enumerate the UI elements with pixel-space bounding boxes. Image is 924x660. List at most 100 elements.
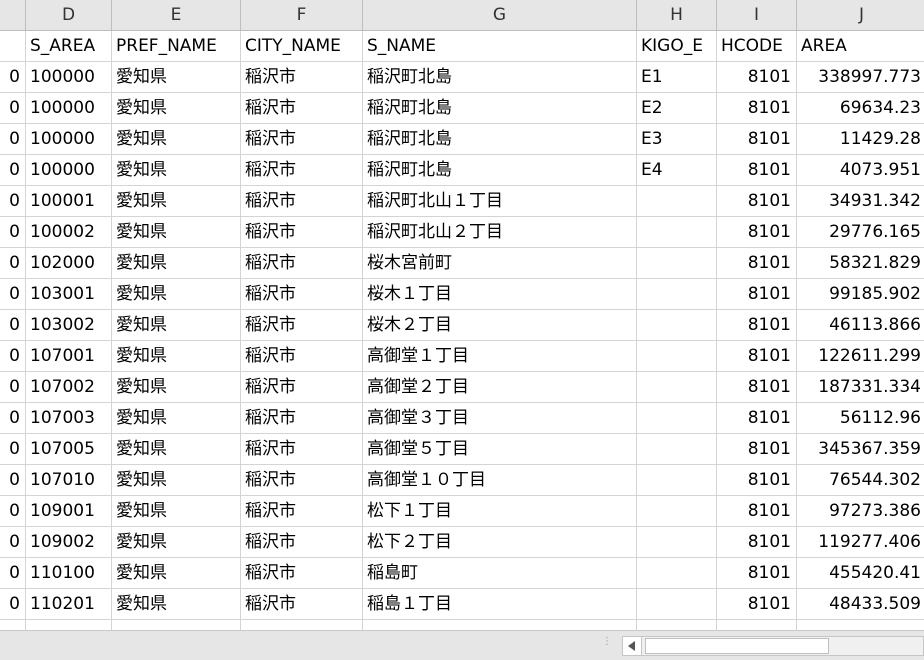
cell[interactable]: 11429.28 xyxy=(797,124,924,155)
cell[interactable]: CITY_NAME xyxy=(241,31,363,62)
cell[interactable] xyxy=(637,279,717,310)
cell[interactable] xyxy=(637,620,717,630)
cell[interactable]: TY xyxy=(0,31,26,62)
cell[interactable]: 8101 xyxy=(717,341,797,372)
cell[interactable]: 8101 xyxy=(717,124,797,155)
cell[interactable]: 高御堂３丁目 xyxy=(363,403,637,434)
cell[interactable] xyxy=(637,248,717,279)
cell[interactable]: 187331.334 xyxy=(797,372,924,403)
column-header-i[interactable]: I xyxy=(717,0,797,31)
cell[interactable]: 110201 xyxy=(26,589,112,620)
cell[interactable] xyxy=(0,620,26,630)
cell[interactable]: 0 xyxy=(0,465,26,496)
cell[interactable]: 0 xyxy=(0,217,26,248)
cell[interactable]: 8101 xyxy=(717,279,797,310)
cell[interactable]: E1 xyxy=(637,62,717,93)
cell[interactable]: 8101 xyxy=(717,310,797,341)
horizontal-scrollbar[interactable] xyxy=(622,636,924,656)
cell[interactable]: 8101 xyxy=(717,527,797,558)
cell[interactable]: 愛知県 xyxy=(112,403,241,434)
cell[interactable]: 0 xyxy=(0,62,26,93)
cell[interactable]: 0 xyxy=(0,124,26,155)
cell[interactable]: 0 xyxy=(0,558,26,589)
cell[interactable]: 0 xyxy=(0,341,26,372)
cell[interactable]: 8101 xyxy=(717,93,797,124)
cell[interactable]: 0 xyxy=(0,155,26,186)
cell[interactable]: 愛知県 xyxy=(112,558,241,589)
cell[interactable]: 107003 xyxy=(26,403,112,434)
cell[interactable] xyxy=(26,620,112,630)
cell[interactable]: HCODE xyxy=(717,31,797,62)
cell[interactable]: 8101 xyxy=(717,496,797,527)
cell[interactable]: 稲沢市 xyxy=(241,248,363,279)
cell[interactable]: 桜木１丁目 xyxy=(363,279,637,310)
cell[interactable]: 8101 xyxy=(717,465,797,496)
cell[interactable]: 0 xyxy=(0,589,26,620)
cell[interactable]: 稲沢市 xyxy=(241,155,363,186)
spreadsheet-grid[interactable]: C D E F G H I J TY S_AREA PREF_NAME CITY… xyxy=(0,0,924,630)
cell[interactable]: 8101 xyxy=(717,403,797,434)
cell[interactable]: 愛知県 xyxy=(112,589,241,620)
cell[interactable]: 愛知県 xyxy=(112,341,241,372)
cell[interactable]: 稲沢市 xyxy=(241,124,363,155)
cell[interactable]: 愛知県 xyxy=(112,155,241,186)
cell[interactable]: 稲沢市 xyxy=(241,93,363,124)
cell[interactable]: E4 xyxy=(637,155,717,186)
cell[interactable]: 稲沢市 xyxy=(241,403,363,434)
cell[interactable]: 46113.866 xyxy=(797,310,924,341)
cell[interactable]: 8101 xyxy=(717,434,797,465)
cell[interactable]: 103002 xyxy=(26,310,112,341)
cell[interactable]: 松下１丁目 xyxy=(363,496,637,527)
cell[interactable]: 高御堂２丁目 xyxy=(363,372,637,403)
cell[interactable]: 桜木２丁目 xyxy=(363,310,637,341)
cell[interactable]: 103001 xyxy=(26,279,112,310)
cell[interactable]: 100002 xyxy=(26,217,112,248)
cell[interactable]: 109001 xyxy=(26,496,112,527)
cell[interactable]: 109002 xyxy=(26,527,112,558)
cell[interactable] xyxy=(637,496,717,527)
cell[interactable]: 29776.165 xyxy=(797,217,924,248)
cell[interactable]: 稲沢市 xyxy=(241,558,363,589)
cell[interactable]: 8101 xyxy=(717,589,797,620)
cell[interactable] xyxy=(717,620,797,630)
cell[interactable]: 107001 xyxy=(26,341,112,372)
cell[interactable]: 稲沢市 xyxy=(241,589,363,620)
cell[interactable]: PREF_NAME xyxy=(112,31,241,62)
cell[interactable]: 愛知県 xyxy=(112,217,241,248)
cell[interactable]: 107002 xyxy=(26,372,112,403)
cell[interactable]: 稲沢市 xyxy=(241,465,363,496)
cell[interactable]: 8101 xyxy=(717,217,797,248)
cell[interactable]: 100000 xyxy=(26,62,112,93)
cell[interactable]: 愛知県 xyxy=(112,372,241,403)
vertical-dots-icon[interactable]: ⋮ xyxy=(602,637,612,653)
cell[interactable]: 0 xyxy=(0,279,26,310)
cell[interactable]: 愛知県 xyxy=(112,124,241,155)
cell[interactable]: 松下２丁目 xyxy=(363,527,637,558)
cell[interactable]: 稲沢市 xyxy=(241,527,363,558)
cell[interactable]: 100000 xyxy=(26,93,112,124)
cell[interactable]: 107010 xyxy=(26,465,112,496)
cell[interactable]: 稲沢市 xyxy=(241,341,363,372)
cell[interactable] xyxy=(637,341,717,372)
column-header-f[interactable]: F xyxy=(241,0,363,31)
cell[interactable]: 48433.509 xyxy=(797,589,924,620)
column-header-d[interactable]: D xyxy=(26,0,112,31)
cell[interactable] xyxy=(363,620,637,630)
cell[interactable] xyxy=(637,186,717,217)
cell[interactable]: 稲沢市 xyxy=(241,62,363,93)
cell[interactable]: 99185.902 xyxy=(797,279,924,310)
cell[interactable]: 高御堂５丁目 xyxy=(363,434,637,465)
cell[interactable]: 110100 xyxy=(26,558,112,589)
cell[interactable]: KIGO_E xyxy=(637,31,717,62)
triangle-left-icon[interactable] xyxy=(623,637,642,655)
cell[interactable]: 稲沢町北島 xyxy=(363,124,637,155)
cell[interactable]: 100000 xyxy=(26,124,112,155)
cell[interactable]: 愛知県 xyxy=(112,527,241,558)
cell[interactable] xyxy=(637,310,717,341)
cell[interactable]: 愛知県 xyxy=(112,496,241,527)
cell[interactable]: 69634.23 xyxy=(797,93,924,124)
cell[interactable] xyxy=(637,465,717,496)
cell[interactable]: 稲沢市 xyxy=(241,186,363,217)
cell[interactable]: 稲沢市 xyxy=(241,310,363,341)
cell[interactable]: 稲沢町北山１丁目 xyxy=(363,186,637,217)
